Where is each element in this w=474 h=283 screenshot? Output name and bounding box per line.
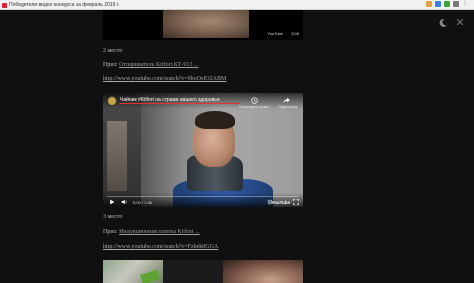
video-player-top[interactable]: YouTube 3:08 bbox=[103, 10, 303, 40]
fullscreen-icon[interactable] bbox=[293, 199, 299, 205]
extension-icon[interactable] bbox=[426, 1, 432, 7]
browser-menu-icon[interactable]: ⋮ bbox=[462, 1, 468, 7]
video-player-main[interactable]: Чайник #Kitfort на страже вашего здоровь… bbox=[103, 93, 303, 207]
video-time: 0:00 / 1:36 bbox=[133, 200, 152, 205]
video-frame bbox=[103, 93, 303, 207]
extension-icon[interactable] bbox=[453, 1, 459, 7]
share-label[interactable]: Поделиться bbox=[278, 105, 297, 109]
extension-icon[interactable] bbox=[435, 1, 441, 7]
video-player-bottom[interactable] bbox=[103, 260, 303, 283]
video-url-link[interactable]: http://www.youtube.com/watch?v=Fzhek0GGA bbox=[103, 244, 218, 250]
video-title-bar: Чайник #Kitfort на страже вашего здоровь… bbox=[103, 93, 303, 109]
extension-toolbar: ⋮ bbox=[426, 1, 468, 7]
browser-titlebar: Победители видео конкурса за февраль 201… bbox=[0, 0, 474, 10]
video-gallery-viewer: ✕ YouTube 3:08 2 место Приз: Отпаривател… bbox=[0, 10, 474, 283]
moon-icon[interactable] bbox=[438, 18, 448, 28]
channel-avatar[interactable] bbox=[107, 96, 117, 106]
play-icon[interactable] bbox=[109, 199, 115, 205]
share-icon[interactable] bbox=[283, 97, 290, 104]
extension-icon[interactable] bbox=[444, 1, 450, 7]
prize-line: Приз: Отпариватель Kitfort КТ-913 ... bbox=[103, 62, 198, 68]
video-url-link[interactable]: http://www.youtube.com/watch?v=9boOsIO2A… bbox=[103, 76, 226, 82]
prize-label: Приз: bbox=[103, 229, 118, 235]
prize-link[interactable]: Индукционная плитка Kitfort ... bbox=[119, 229, 200, 235]
watch-later-label[interactable]: Посмотреть позже bbox=[239, 105, 269, 109]
tab-title: Победители видео конкурса за февраль 201… bbox=[9, 2, 120, 8]
browser-tab[interactable]: Победители видео конкурса за февраль 201… bbox=[2, 1, 120, 9]
video-duration: 3:08 bbox=[291, 31, 299, 36]
video-thumbnail bbox=[163, 10, 249, 38]
youtube-logo[interactable]: YouTube bbox=[267, 31, 283, 36]
place-heading: 2 место bbox=[103, 48, 123, 54]
video-title[interactable]: Чайник #Kitfort на страже вашего здоровь… bbox=[120, 97, 240, 104]
clock-icon[interactable] bbox=[251, 97, 258, 104]
prize-link[interactable]: Отпариватель Kitfort КТ-913 ... bbox=[119, 62, 198, 68]
prize-line: Приз: Индукционная плитка Kitfort ... bbox=[103, 229, 200, 235]
video-controls: 0:00 / 1:36 YouTube bbox=[103, 193, 303, 207]
prize-label: Приз: bbox=[103, 62, 118, 68]
favicon-icon bbox=[2, 2, 7, 8]
youtube-logo[interactable]: YouTube bbox=[271, 200, 290, 205]
close-icon[interactable]: ✕ bbox=[454, 17, 466, 29]
place-heading: 3 место bbox=[103, 214, 123, 220]
volume-icon[interactable] bbox=[121, 199, 128, 205]
progress-bar[interactable] bbox=[107, 196, 299, 197]
